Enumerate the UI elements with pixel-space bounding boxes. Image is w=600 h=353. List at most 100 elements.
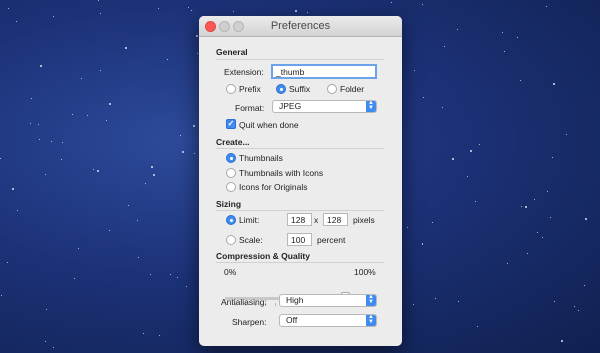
star [30, 123, 31, 124]
star [507, 263, 508, 264]
star [100, 70, 101, 71]
limit-label: Limit: [239, 215, 260, 225]
folder-label: Folder [340, 84, 365, 94]
prefix-label: Prefix [239, 84, 261, 94]
star [407, 227, 408, 228]
folder-radio[interactable] [327, 84, 337, 94]
star [46, 309, 47, 310]
star [53, 347, 54, 348]
limit-x-label: x [314, 215, 319, 225]
star [188, 7, 189, 8]
limit-width-field[interactable]: 128 [287, 213, 312, 226]
star [53, 16, 54, 17]
extension-label: Extension: [224, 67, 264, 77]
star [7, 262, 8, 263]
star [150, 274, 151, 275]
antialiasing-value: High [286, 295, 304, 305]
star [81, 78, 82, 79]
star [444, 46, 445, 47]
limit-radio[interactable] [226, 215, 236, 225]
star [442, 107, 443, 108]
scale-unit-label: percent [317, 235, 346, 245]
star [525, 206, 527, 208]
star [458, 301, 459, 302]
icons-for-originals-radio[interactable] [226, 182, 236, 192]
star [45, 341, 46, 342]
general-heading: General [216, 47, 248, 57]
format-popup[interactable]: JPEG ▲ ▼ [272, 100, 377, 113]
star [16, 21, 17, 22]
star [145, 183, 146, 184]
thumbnails-radio[interactable] [226, 153, 236, 163]
star [574, 306, 575, 307]
star [125, 47, 127, 49]
title-bar[interactable]: Preferences [199, 16, 402, 37]
star [479, 144, 480, 145]
quality-max-label: 100% [354, 267, 376, 277]
star [39, 139, 40, 140]
thumbnails-label: Thumbnails [239, 153, 283, 163]
star [584, 285, 585, 286]
compression-divider [216, 262, 384, 263]
star [550, 217, 551, 218]
star [31, 98, 32, 99]
quit-checkbox[interactable]: ✓ [226, 119, 236, 129]
star [62, 142, 63, 143]
star [470, 150, 472, 152]
star [51, 141, 52, 142]
sharpen-popup[interactable]: Off ▲ ▼ [279, 314, 377, 327]
star [504, 51, 505, 52]
star [38, 124, 39, 125]
scale-radio[interactable] [226, 235, 236, 245]
star [1, 295, 2, 296]
star [197, 53, 198, 54]
compression-heading: Compression & Quality [216, 251, 310, 261]
star [191, 10, 192, 11]
star [561, 340, 563, 342]
star [97, 170, 99, 172]
create-heading: Create... [216, 137, 250, 147]
star [585, 218, 587, 220]
star [151, 166, 153, 168]
star [414, 70, 415, 71]
star [521, 206, 522, 207]
star [546, 6, 547, 7]
star [520, 80, 521, 81]
star [423, 97, 424, 98]
star [517, 37, 518, 38]
star [435, 298, 436, 299]
quit-label: Quit when done [239, 120, 299, 130]
star [12, 188, 14, 190]
star [422, 4, 423, 5]
star [109, 103, 111, 105]
star [106, 120, 107, 121]
suffix-radio[interactable] [276, 84, 286, 94]
star [432, 222, 433, 223]
chevron-updown-icon: ▲ ▼ [366, 294, 376, 306]
star [0, 158, 1, 159]
star [143, 333, 144, 334]
star [413, 304, 414, 305]
star [167, 59, 168, 60]
antialiasing-popup[interactable]: High ▲ ▼ [279, 294, 377, 307]
star [475, 201, 476, 202]
star [457, 29, 458, 30]
star [194, 153, 195, 154]
star [196, 35, 198, 37]
star [186, 286, 187, 287]
extension-field[interactable]: _thumb [271, 64, 377, 79]
star [159, 335, 160, 336]
quality-min-label: 0% [224, 267, 237, 277]
prefix-radio[interactable] [226, 84, 236, 94]
thumbnails-with-icons-radio[interactable] [226, 168, 236, 178]
star [578, 310, 579, 311]
star [45, 174, 46, 175]
star [307, 12, 308, 13]
star [8, 8, 9, 9]
star [128, 205, 129, 206]
scale-field[interactable]: 100 [287, 233, 312, 246]
star [295, 10, 297, 12]
star [87, 115, 88, 116]
limit-height-field[interactable]: 128 [323, 213, 348, 226]
star [170, 274, 171, 275]
